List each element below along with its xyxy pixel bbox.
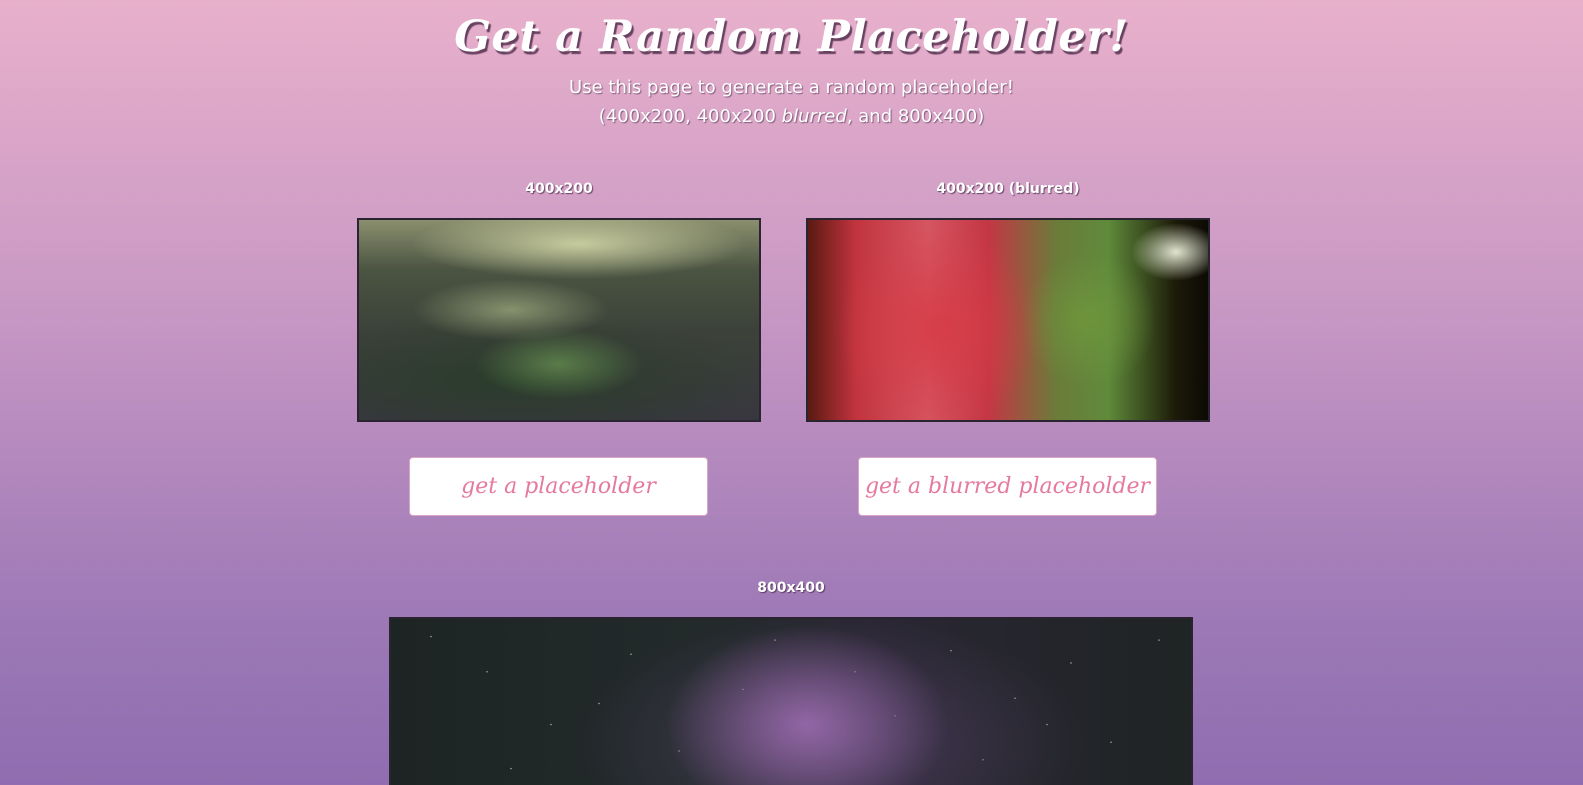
page-subtitle: Use this page to generate a random place… <box>569 77 1014 98</box>
placeholder-image-800x400 <box>389 617 1193 785</box>
sizes-text-end: , and 800x400) <box>846 106 985 127</box>
page-subtitle-sizes: (400x200, 400x200 blurred, and 800x400) <box>0 106 1583 127</box>
placeholder-label-800x400: 800x400 <box>757 580 825 596</box>
get-blurred-placeholder-button[interactable]: get a blurred placeholder <box>858 457 1157 516</box>
page-title: Get a Random Placeholder! <box>454 12 1129 62</box>
get-placeholder-button[interactable]: get a placeholder <box>409 457 708 516</box>
placeholder-label-400x200: 400x200 <box>525 181 593 197</box>
sizes-text-start: (400x200, 400x200 <box>598 106 782 127</box>
placeholder-label-400x200-blurred: 400x200 (blurred) <box>936 181 1080 197</box>
sizes-text-emphasis: blurred <box>781 106 847 127</box>
placeholder-image-400x200 <box>357 218 761 422</box>
placeholder-image-400x200-blurred <box>806 218 1210 422</box>
